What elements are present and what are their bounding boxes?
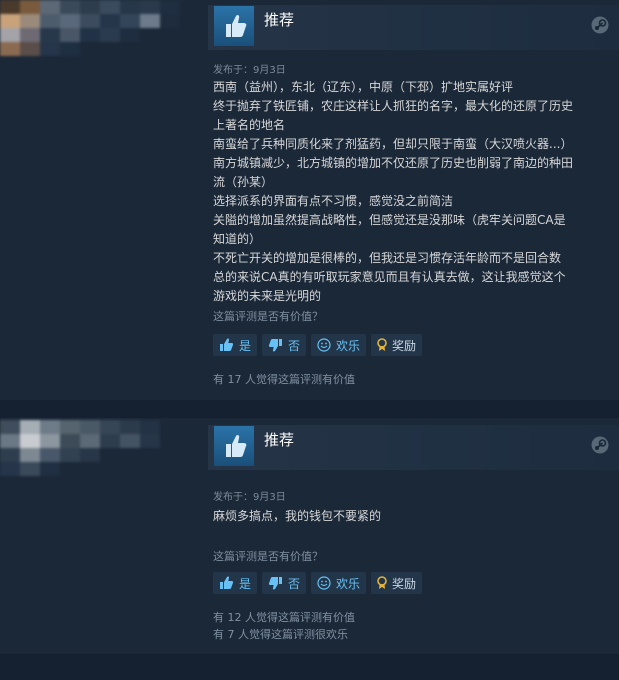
review-separator	[0, 400, 619, 418]
thumbs-up-icon	[220, 576, 234, 589]
vote-no-label: 否	[288, 338, 301, 353]
steam-logo-icon	[591, 16, 609, 34]
vote-yes-label: 是	[239, 576, 252, 591]
steam-logo-icon	[591, 436, 609, 454]
thumbs-up-icon	[214, 426, 254, 466]
review-line: 麻烦多搞点，我的钱包不要紧的	[213, 509, 382, 523]
review-line: 南蛮给了兵种同质化来了剂猛药，但却只限于南蛮（大汉喷火器...）	[213, 137, 573, 151]
smiley-icon	[317, 576, 331, 590]
thumbs-up-icon	[220, 338, 234, 351]
vote-funny-label: 欢乐	[336, 576, 361, 591]
vote-funny-label: 欢乐	[336, 338, 361, 353]
funny-count: 有 7 人觉得这篇评测很欢乐	[213, 628, 348, 641]
review-verdict[interactable]: 推荐	[264, 429, 294, 450]
review-line: 终于抛弃了铁匠铺，农庄这样让人抓狂的名字，最大化的还原了历史	[213, 99, 574, 113]
vote-no-button[interactable]: 否	[262, 334, 307, 356]
review-verdict[interactable]: 推荐	[264, 9, 294, 30]
vote-buttons: 是 否 欢乐 奖励	[213, 334, 423, 356]
posted-date: 发布于：9月3日	[213, 65, 286, 76]
smiley-icon	[317, 338, 331, 352]
review-line: 南方城镇减少，北方城镇的增加不仅还原了历史也削弱了南边的种田	[213, 156, 574, 170]
award-ribbon-icon	[377, 338, 387, 351]
vote-header: 推荐	[208, 425, 619, 470]
vote-header: 推荐	[208, 5, 619, 50]
award-button[interactable]: 奖励	[371, 572, 423, 594]
vote-funny-button[interactable]: 欢乐	[311, 334, 367, 356]
review-card: 推荐 发布于：9月3日 西南（益州），东北（辽东），中原（下邳）扩地实属好评 终…	[0, 0, 619, 397]
award-ribbon-icon	[377, 576, 387, 589]
award-label: 奖励	[392, 338, 417, 353]
thumbs-down-icon	[268, 339, 283, 352]
review-line: 选择派系的界面有点不习惯，感觉没之前简洁	[213, 194, 454, 208]
helpful-count: 有 17 人觉得这篇评测有价值	[213, 373, 355, 386]
helpful-question: 这篇评测是否有价值？	[213, 550, 323, 563]
award-button[interactable]: 奖励	[371, 334, 423, 356]
vote-funny-button[interactable]: 欢乐	[311, 572, 367, 594]
vote-no-label: 否	[288, 576, 301, 591]
helpful-question: 这篇评测是否有价值？	[213, 310, 323, 323]
review-content: 西南（益州），东北（辽东），中原（下邳）扩地实属好评 终于抛弃了铁匠铺，农庄这样…	[213, 78, 608, 306]
review-line: 游戏的未来是光明的	[213, 289, 322, 303]
reviewer-avatar-blurred[interactable]	[0, 0, 190, 60]
review-line: 西南（益州），东北（辽东），中原（下邳）扩地实属好评	[213, 80, 514, 94]
review-separator	[0, 654, 619, 680]
thumbs-up-icon	[214, 6, 254, 46]
vote-yes-label: 是	[239, 338, 252, 353]
review-line: 知道的）	[213, 232, 262, 246]
review-line: 流（孙某）	[213, 175, 274, 189]
thumbs-down-icon	[268, 577, 283, 590]
review-line: 上著名的地名	[213, 118, 286, 132]
vote-yes-button[interactable]: 是	[213, 572, 258, 594]
review-card: 推荐 发布于：9月3日 麻烦多搞点，我的钱包不要紧的 这篇评测是否有价值？ 是 …	[0, 420, 619, 650]
reviewer-avatar-blurred[interactable]	[0, 420, 190, 480]
review-line: 总的来说CA真的有听取玩家意见而且有认真去做，这让我感觉这个	[213, 270, 566, 284]
posted-date: 发布于：9月3日	[213, 492, 286, 503]
vote-buttons: 是 否 欢乐 奖励	[213, 572, 423, 594]
award-label: 奖励	[392, 576, 417, 591]
review-line: 不死亡开关的增加是很棒的，但我还是习惯存活年龄而不是回合数	[213, 251, 562, 265]
vote-no-button[interactable]: 否	[262, 572, 307, 594]
helpful-count: 有 12 人觉得这篇评测有价值	[213, 611, 355, 624]
vote-yes-button[interactable]: 是	[213, 334, 258, 356]
review-content: 麻烦多搞点，我的钱包不要紧的	[213, 507, 608, 526]
review-line: 关隘的增加虽然提高战略性，但感觉还是没那味（虎牢关问题CA是	[213, 213, 566, 227]
